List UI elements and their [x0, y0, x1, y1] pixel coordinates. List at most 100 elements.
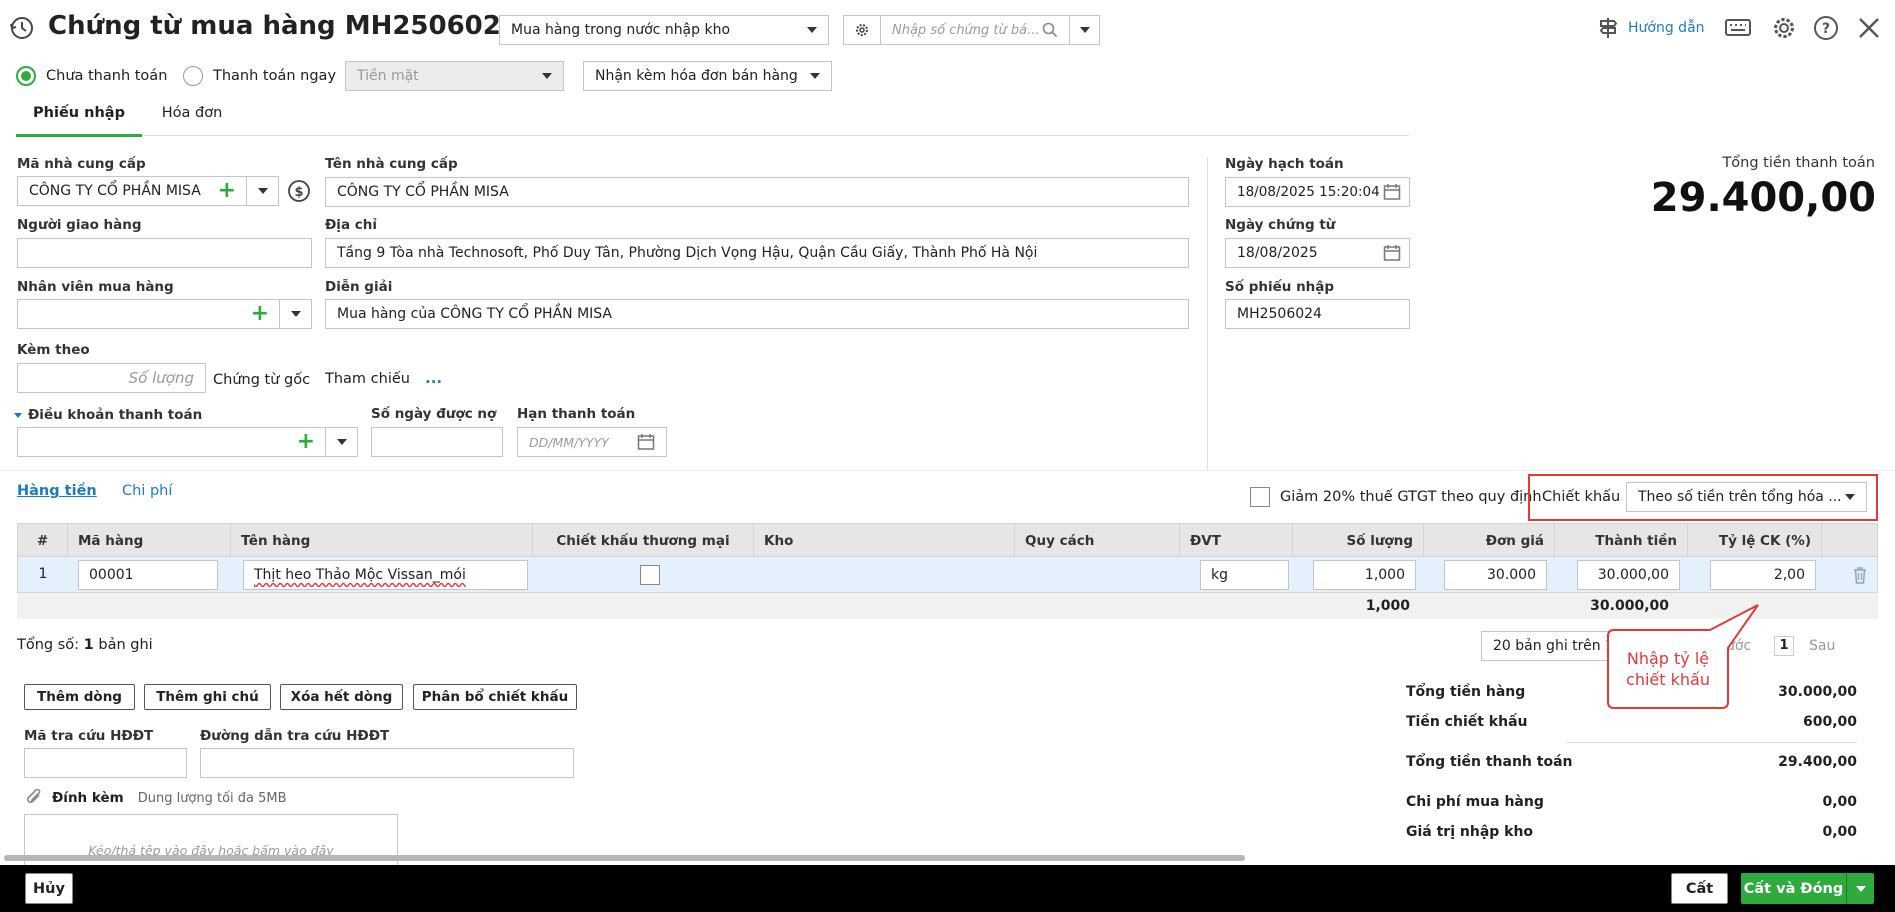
supplier-name-label: Tên nhà cung cấp	[325, 156, 458, 172]
calendar-icon[interactable]	[1383, 183, 1401, 201]
lookup-code-input[interactable]	[24, 748, 187, 778]
goods-table: # Mã hàng Tên hàng Chiết khấu thương mại…	[17, 523, 1878, 619]
posting-date-label: Ngày hạch toán	[1225, 156, 1344, 172]
voucher-search-input[interactable]: Nhập số chứng từ bá...	[880, 15, 1070, 45]
horizontal-scrollbar[interactable]	[4, 855, 1245, 861]
chevron-down-icon	[1845, 494, 1855, 500]
supplier-code-label: Mã nhà cung cấp	[17, 156, 146, 172]
lookup-code-label: Mã tra cứu HĐĐT	[24, 728, 154, 744]
chevron-down-icon	[1855, 885, 1866, 892]
delete-all-rows-button[interactable]: Xóa hết dòng	[280, 684, 403, 710]
posting-date-input[interactable]: 18/08/2025 15:20:04	[1225, 177, 1410, 207]
summary-purchase-cost-value: 0,00	[1822, 794, 1857, 810]
voucher-type-select[interactable]: Mua hàng trong nước nhập kho	[499, 15, 829, 45]
buyer-dropdown-button[interactable]	[279, 300, 311, 328]
calendar-icon[interactable]	[637, 433, 655, 451]
history-icon[interactable]	[8, 14, 36, 42]
payment-terms-toggle[interactable]: Điều khoản thanh toán	[14, 407, 202, 423]
chevron-down-icon	[257, 188, 268, 194]
payment-terms-combobox[interactable]: +	[17, 427, 358, 457]
help-icon[interactable]: ?	[1813, 15, 1839, 45]
tab-phieu-nhap[interactable]: Phiếu nhập	[16, 105, 142, 137]
record-count: Tổng số: 1 bản ghi	[17, 637, 153, 653]
discount-mode-select[interactable]: Theo số tiền trên tổng hóa ...	[1626, 482, 1867, 512]
tab-hang-tien[interactable]: Hàng tiền	[17, 483, 97, 499]
invoice-option-select[interactable]: Nhận kèm hóa đơn bán hàng	[583, 61, 832, 91]
search-dropdown-button[interactable]	[1069, 15, 1100, 45]
supplier-code-combobox[interactable]: CÔNG TY CỔ PHẦN MISA +	[17, 176, 279, 206]
vertical-divider	[1207, 157, 1208, 470]
section-divider	[0, 470, 1895, 471]
table-footer: 1,000 30.000,00	[17, 593, 1878, 619]
guide-link[interactable]: Hướng dẫn	[1596, 16, 1705, 40]
table-row[interactable]: 1 00001 Thịt heo Thảo Mộc Vissan_mói kg …	[17, 557, 1878, 593]
debt-days-input[interactable]	[371, 427, 503, 457]
delete-row-icon[interactable]	[1852, 566, 1868, 588]
radio-paid-now[interactable]: Thanh toán ngay	[183, 66, 336, 86]
item-code-input[interactable]: 00001	[78, 560, 218, 590]
unit-input[interactable]: kg	[1200, 560, 1289, 590]
amount-input[interactable]: 30.000,00	[1577, 560, 1680, 590]
radio-unpaid[interactable]: Chưa thanh toán	[16, 66, 167, 86]
supplier-dropdown-button[interactable]	[246, 177, 278, 205]
attach-quantity-input[interactable]: Số lượng	[17, 363, 206, 393]
quantity-input[interactable]: 1,000	[1313, 560, 1416, 590]
settings-filter-button[interactable]	[843, 15, 881, 45]
col-index: #	[18, 524, 68, 558]
calendar-icon[interactable]	[1383, 244, 1401, 262]
page-size-select[interactable]: 20 bản ghi trên 1	[1481, 631, 1621, 661]
item-name-input[interactable]: Thịt heo Thảo Mộc Vissan_mói	[243, 560, 528, 590]
trade-discount-checkbox[interactable]	[640, 565, 660, 585]
dollar-icon[interactable]: $	[287, 179, 311, 207]
voucher-date-input[interactable]: 18/08/2025	[1225, 238, 1410, 268]
lookup-url-label: Đường dẫn tra cứu HĐĐT	[200, 728, 390, 744]
address-input[interactable]: Tầng 9 Tòa nhà Technosoft, Phố Duy Tân, …	[325, 238, 1189, 268]
gear-icon[interactable]	[1771, 15, 1797, 45]
add-icon[interactable]: +	[218, 180, 236, 202]
supplier-name-input[interactable]: CÔNG TY CỔ PHẦN MISA	[325, 177, 1189, 207]
save-close-button[interactable]: Cất và Đóng	[1741, 873, 1874, 904]
add-icon[interactable]: +	[251, 303, 269, 325]
close-icon[interactable]	[1858, 17, 1880, 43]
save-button[interactable]: Cất	[1671, 873, 1728, 904]
allocate-discount-button[interactable]: Phân bổ chiết khấu	[413, 684, 577, 710]
discount-rate-input[interactable]: 2,00	[1710, 560, 1816, 590]
deliverer-label: Người giao hàng	[17, 217, 142, 233]
page-number[interactable]: 1	[1774, 636, 1794, 656]
add-icon[interactable]: +	[297, 431, 315, 453]
svg-text:?: ?	[1822, 21, 1830, 37]
add-note-button[interactable]: Thêm ghi chú	[144, 684, 271, 710]
total-payment-value: 29.400,00	[1650, 175, 1876, 221]
vat-reduction-checkbox[interactable]: Giảm 20% thuế GTGT theo quy định	[1250, 487, 1542, 507]
table-header: # Mã hàng Tên hàng Chiết khấu thương mại…	[17, 523, 1878, 558]
buyer-combobox[interactable]: +	[17, 299, 312, 329]
due-date-input[interactable]: DD/MM/YYYY	[517, 427, 667, 457]
tab-chi-phi[interactable]: Chi phí	[122, 483, 172, 499]
collapse-arrow-icon	[14, 412, 22, 418]
col-item-code: Mã hàng	[68, 524, 231, 558]
payment-terms-dropdown-button[interactable]	[325, 428, 357, 456]
signpost-icon	[1599, 18, 1618, 38]
summary-payment-total-value: 29.400,00	[1778, 754, 1857, 770]
chevron-down-icon	[336, 439, 347, 445]
paperclip-icon	[26, 789, 41, 804]
lookup-url-input[interactable]	[200, 748, 574, 778]
file-dropzone[interactable]: Kéo/thả tệp vào đây hoặc bấm vào đây	[24, 814, 398, 872]
cancel-button[interactable]: Hủy	[25, 873, 73, 904]
tab-hoa-don[interactable]: Hóa đơn	[142, 105, 242, 137]
debt-days-label: Số ngày được nợ	[371, 406, 497, 422]
description-input[interactable]: Mua hàng của CÔNG TY CỔ PHẦN MISA	[325, 299, 1189, 329]
add-row-button[interactable]: Thêm dòng	[24, 684, 135, 710]
col-item-name: Tên hàng	[231, 524, 533, 558]
summary-purchase-cost-label: Chi phí mua hàng	[1406, 794, 1544, 810]
next-page-button[interactable]: Sau	[1809, 638, 1835, 654]
summary-discount-value: 600,00	[1802, 714, 1857, 730]
reference-more-link[interactable]: ...	[425, 369, 442, 387]
chevron-down-icon	[542, 73, 552, 79]
deliverer-input[interactable]	[17, 238, 312, 268]
total-payment-caption: Tổng tiền thanh toán	[1722, 155, 1875, 171]
unit-price-input[interactable]: 30.000	[1444, 560, 1547, 590]
save-options-dropdown[interactable]	[1846, 873, 1874, 904]
keyboard-icon[interactable]	[1725, 17, 1751, 43]
receipt-no-input[interactable]: MH2506024	[1225, 299, 1410, 329]
